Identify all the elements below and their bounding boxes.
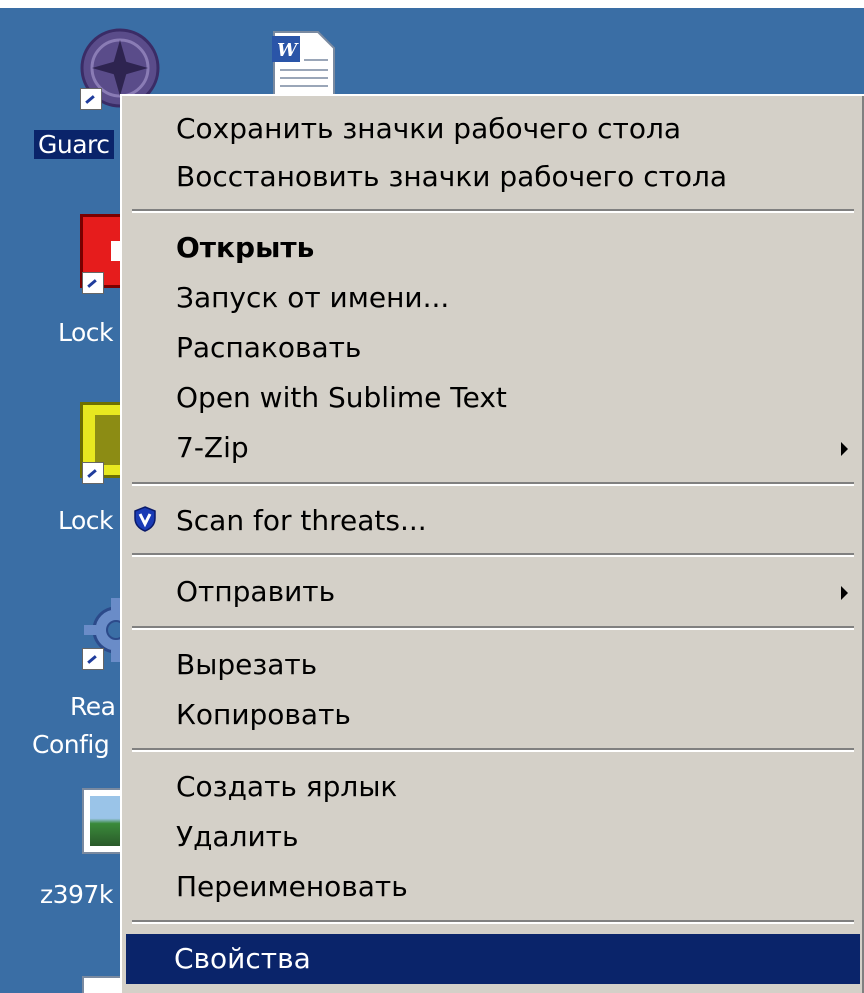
- menu-item-open-with-sublime[interactable]: Open with Sublime Text: [128, 373, 858, 423]
- menu-item-run-as[interactable]: Запуск от имени...: [128, 273, 858, 323]
- desktop-icon-label: Lock: [58, 318, 114, 347]
- context-menu: Сохранить значки рабочего стола Восстано…: [120, 94, 864, 993]
- menu-item-send-to[interactable]: Отправить: [128, 567, 858, 617]
- menu-separator: [132, 209, 854, 213]
- shortcut-arrow-icon: [82, 462, 104, 484]
- menu-item-copy[interactable]: Копировать: [128, 690, 858, 740]
- menu-separator: [132, 553, 854, 557]
- menu-separator: [132, 920, 854, 924]
- desktop-icon-label: Guarc: [34, 130, 114, 159]
- menu-item-extract[interactable]: Распаковать: [128, 323, 858, 373]
- menu-separator: [132, 748, 854, 752]
- menu-item-delete[interactable]: Удалить: [128, 812, 858, 862]
- menu-item-cut[interactable]: Вырезать: [128, 640, 858, 690]
- menu-item-restore-desktop-icons[interactable]: Восстановить значки рабочего стола: [128, 152, 858, 202]
- word-document-icon: W: [272, 31, 335, 100]
- menu-item-open[interactable]: Открыть: [128, 223, 858, 273]
- submenu-arrow-icon: [841, 442, 848, 456]
- desktop-icon-label-line2: Config: [32, 730, 110, 759]
- desktop-icon-label: Rea: [70, 692, 116, 721]
- shortcut-arrow-icon: [80, 88, 102, 110]
- svg-text:W: W: [277, 40, 299, 61]
- menu-item-scan-for-threats[interactable]: Scan for threats...: [128, 496, 858, 546]
- menu-item-7zip[interactable]: 7-Zip: [128, 423, 858, 473]
- submenu-arrow-icon: [841, 586, 848, 600]
- shortcut-arrow-icon: [82, 272, 104, 294]
- desktop-icon-label: z397k: [40, 880, 113, 909]
- menu-item-rename[interactable]: Переименовать: [128, 862, 858, 912]
- menu-item-save-desktop-icons[interactable]: Сохранить значки рабочего стола: [128, 104, 858, 154]
- menu-item-properties[interactable]: Свойства: [126, 934, 860, 984]
- menu-separator: [132, 626, 854, 630]
- menu-item-create-shortcut[interactable]: Создать ярлык: [128, 762, 858, 812]
- menu-separator: [132, 482, 854, 486]
- desktop-icon-label: Lock: [58, 506, 114, 535]
- shortcut-arrow-icon: [82, 648, 104, 670]
- shield-icon: [134, 506, 156, 532]
